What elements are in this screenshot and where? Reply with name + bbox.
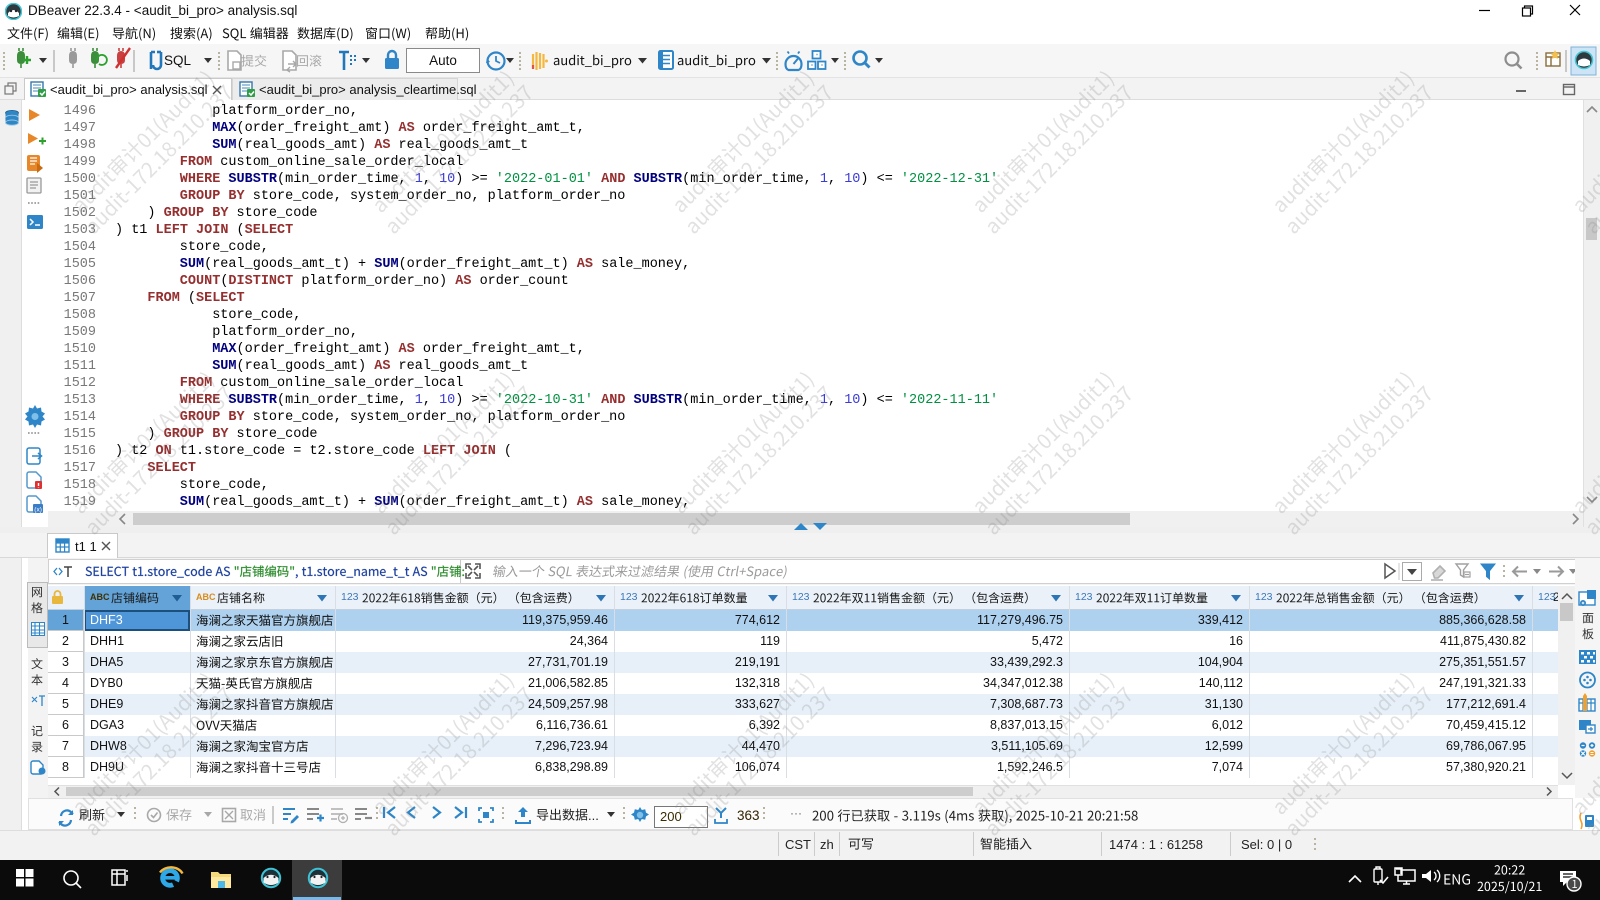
svg-text:SQL: SQL [164,53,192,68]
svg-text:(x): (x) [34,507,42,514]
